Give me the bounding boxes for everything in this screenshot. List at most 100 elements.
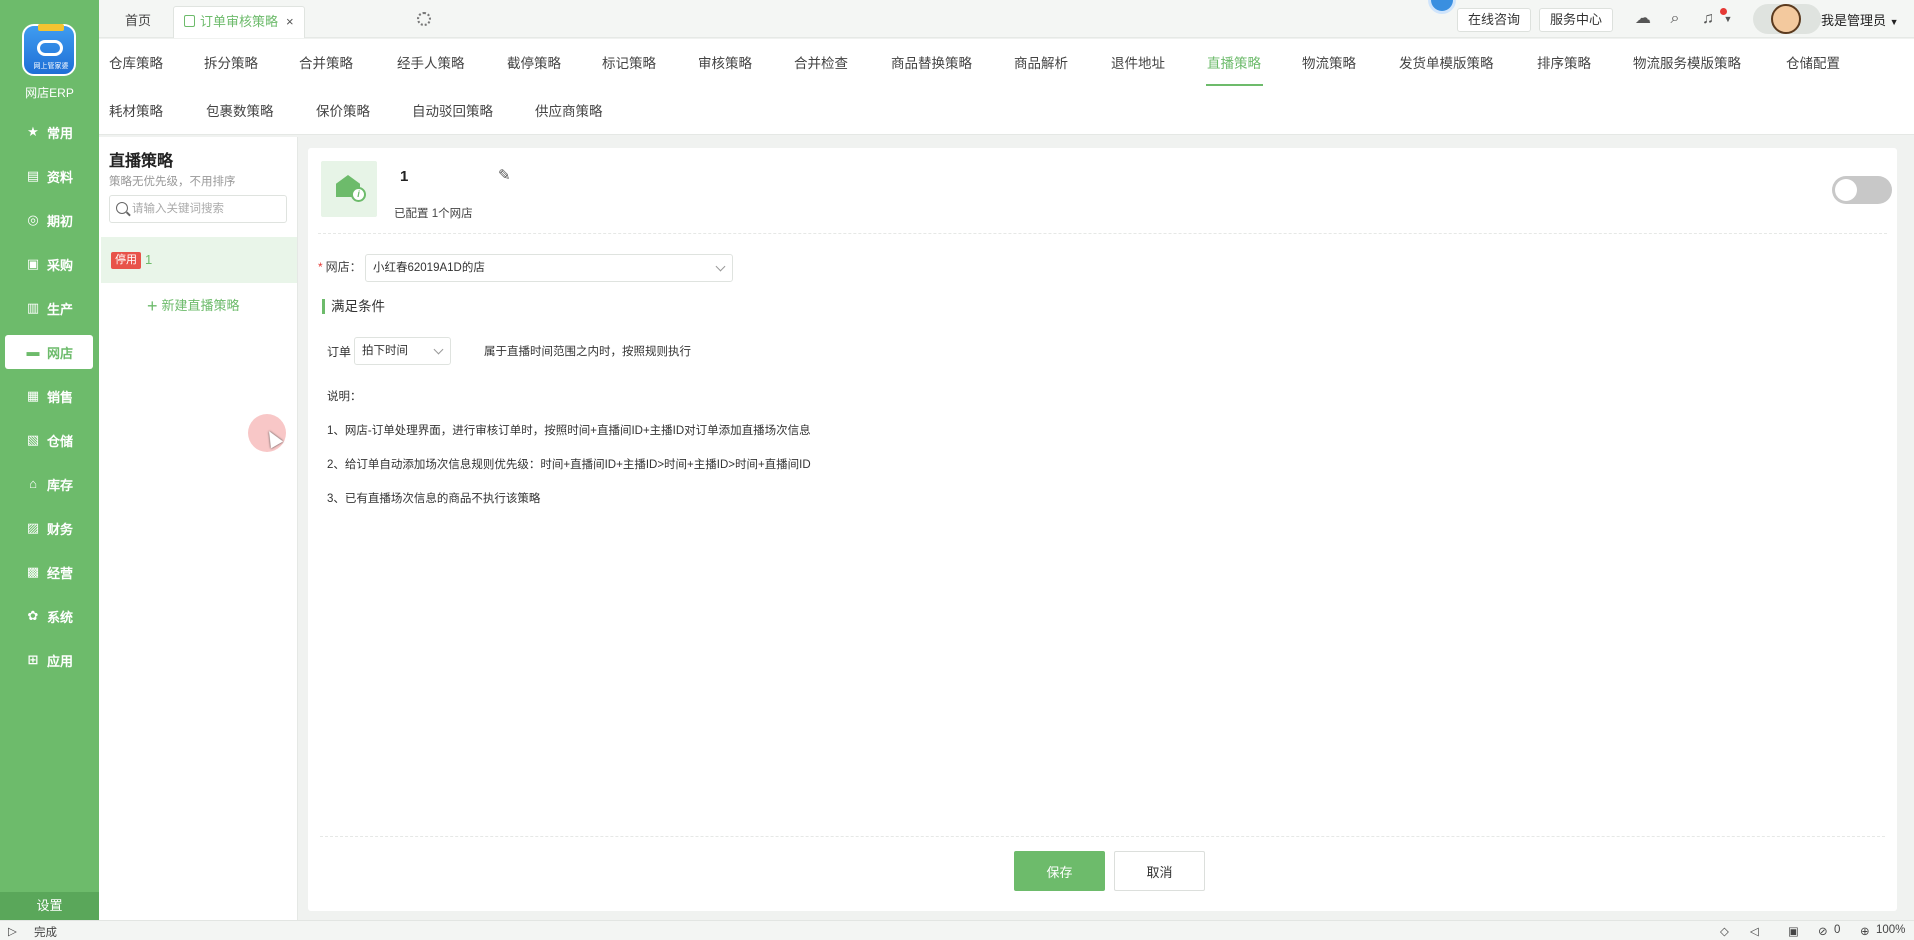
sidebar-item-label: 网店	[47, 345, 74, 361]
divider	[320, 836, 1885, 837]
gear-icon: ✿	[27, 608, 39, 623]
play-icon[interactable]: ▷	[8, 924, 17, 938]
condition-time-select[interactable]: 拍下时间	[354, 337, 451, 365]
add-live-strategy-button[interactable]: + 新建直播策略	[147, 295, 240, 317]
menu-split-strategy[interactable]: 拆分策略	[204, 52, 258, 72]
sidebar-item-store[interactable]: ▬ 网店	[5, 335, 93, 369]
save-button[interactable]: 保存	[1014, 851, 1105, 891]
briefcase-icon: ▩	[26, 564, 40, 579]
menu-live-strategy[interactable]: 直播策略	[1207, 52, 1261, 72]
tab-label: 订单审核策略	[200, 14, 279, 29]
sidebar-item-finance[interactable]: ▨ 财务	[0, 511, 99, 545]
chevron-down-icon	[433, 344, 444, 355]
settings-button[interactable]: 设置	[0, 892, 99, 920]
star-icon: ★	[27, 124, 39, 139]
note-line: 3、已有直播场次信息的商品不执行该策略	[327, 493, 541, 505]
zoom-level: 100%	[1876, 924, 1906, 936]
app-window: 网上管家婆 网店ERP ★ 常用 ▤ 资料 ◎ 期初 ▣ 采购 ▥ 生产 ▬ 网店 ▦ 销售 …	[0, 0, 1914, 940]
cancel-button[interactable]: 取消	[1114, 851, 1205, 891]
menu-logistics-service-template-strategy[interactable]: 物流服务模版策略	[1633, 52, 1741, 72]
sidebar-item-label: 期初	[47, 213, 74, 229]
sidebar-item-label: 仓储	[47, 433, 74, 449]
plus-icon: +	[147, 296, 158, 316]
tab-home[interactable]: 首页	[115, 6, 161, 38]
sidebar-item-business[interactable]: ▩ 经营	[0, 555, 99, 589]
sidebar-item-common[interactable]: ★ 常用	[0, 115, 99, 149]
strategy-name: 1	[400, 168, 409, 185]
user-menu[interactable]: 我是管理员 ▼	[1821, 10, 1899, 29]
search-input[interactable]	[132, 199, 282, 219]
sidebar-item-warehouse[interactable]: ▧ 仓储	[0, 423, 99, 457]
online-consult-button[interactable]: 在线咨询	[1457, 8, 1532, 32]
shop-info-icon: i	[321, 161, 377, 217]
sidebar-item-apps[interactable]: ⊞ 应用	[0, 643, 99, 677]
note-line: 2、给订单自动添加场次信息规则优先级：时间+直播间ID+主播ID>时间+主播ID…	[327, 459, 811, 471]
document-icon: ▤	[26, 168, 40, 183]
menu-merge-check[interactable]: 合并检查	[794, 52, 848, 72]
chart-icon: ▦	[26, 388, 40, 403]
chevron-down-icon[interactable]: ▼	[1719, 10, 1737, 28]
shield-icon[interactable]: ◇	[1720, 924, 1729, 938]
menu-insured-strategy[interactable]: 保价策略	[316, 100, 370, 120]
menu-return-address[interactable]: 退件地址	[1111, 52, 1165, 72]
sidebar-item-sales[interactable]: ▦ 销售	[0, 379, 99, 413]
sidebar-item-label: 财务	[47, 521, 74, 537]
brand-name: 网店ERP	[25, 86, 74, 100]
avatar[interactable]	[1771, 4, 1801, 34]
menu-mark-strategy[interactable]: 标记策略	[602, 52, 656, 72]
menu-logistics-strategy[interactable]: 物流策略	[1302, 52, 1356, 72]
tab-settings-icon[interactable]	[417, 12, 431, 26]
blocked-count: 0	[1834, 924, 1841, 936]
search-icon[interactable]: ⌕	[1666, 10, 1684, 28]
menu-handler-strategy[interactable]: 经手人策略	[397, 52, 465, 72]
menu-product-parse[interactable]: 商品解析	[1014, 52, 1068, 72]
download-icon[interactable]: ▣	[1788, 924, 1799, 938]
list-item-name: 1	[145, 252, 153, 267]
menu-package-count-strategy[interactable]: 包裹数策略	[206, 100, 274, 120]
tab-order-review[interactable]: 订单审核策略 ×	[173, 6, 305, 38]
cloud-icon	[37, 40, 63, 56]
tab-label: 首页	[125, 13, 152, 28]
menu-product-replace-strategy[interactable]: 商品替换策略	[891, 52, 972, 72]
ad-block-icon[interactable]: ⊘	[1818, 924, 1828, 938]
list-subtitle: 策略无优先级，不用排序	[109, 176, 236, 188]
sidebar-item-inventory[interactable]: ⌂ 库存	[0, 467, 99, 501]
cloud-download-icon[interactable]: ☁	[1634, 10, 1652, 28]
enable-toggle[interactable]	[1832, 176, 1892, 204]
sidebar-item-label: 应用	[47, 653, 74, 669]
menu-sort-strategy[interactable]: 排序策略	[1537, 52, 1591, 72]
zoom-icon[interactable]: ⊕	[1860, 924, 1870, 938]
close-icon[interactable]: ×	[286, 14, 294, 29]
menu-auto-reject-strategy[interactable]: 自动驳回策略	[412, 100, 493, 120]
sidebar-item-system[interactable]: ✿ 系统	[0, 599, 99, 633]
menu-invoice-template-strategy[interactable]: 发货单模版策略	[1399, 52, 1494, 72]
sidebar-item-data[interactable]: ▤ 资料	[0, 159, 99, 193]
menu-intercept-strategy[interactable]: 截停策略	[507, 52, 561, 72]
sidebar-item-label: 销售	[47, 389, 74, 405]
menu-merge-strategy[interactable]: 合并策略	[299, 52, 353, 72]
list-item[interactable]: 停用 1	[101, 237, 297, 283]
speaker-icon[interactable]: ◁	[1750, 924, 1759, 938]
sidebar-item-initial[interactable]: ◎ 期初	[0, 203, 99, 237]
chevron-down-icon: ▼	[1889, 17, 1899, 27]
strategy-menu-bar: 仓库策略 拆分策略 合并策略 经手人策略 截停策略 标记策略 审核策略 合并检查…	[99, 39, 1914, 135]
bell-icon[interactable]: ♫	[1699, 10, 1717, 28]
menu-warehouse-strategy[interactable]: 仓库策略	[109, 52, 163, 72]
menu-storage-config[interactable]: 仓储配置	[1786, 52, 1840, 72]
sidebar-item-label: 系统	[47, 609, 74, 625]
configured-shops: 已配置 1个网店	[394, 208, 473, 220]
chevron-down-icon	[715, 261, 726, 272]
menu-supplier-strategy[interactable]: 供应商策略	[535, 100, 603, 120]
sidebar-item-production[interactable]: ▥ 生产	[0, 291, 99, 325]
service-center-button[interactable]: 服务中心	[1539, 8, 1614, 32]
shop-select[interactable]: 小红春62019A1D的店	[365, 254, 733, 282]
status-bar: ▷ 完成 ◇ ◁ ▣ ⊘ 0 ⊕ 100%	[0, 920, 1914, 940]
edit-pencil-icon[interactable]: ✎	[498, 166, 511, 184]
condition-suffix: 属于直播时间范围之内时，按照规则执行	[484, 346, 691, 358]
menu-consumable-strategy[interactable]: 耗材策略	[109, 100, 163, 120]
sidebar-item-purchase[interactable]: ▣ 采购	[0, 247, 99, 281]
strategy-list-panel: 直播策略 策略无优先级，不用排序 停用 1 +新建直播策略	[99, 137, 298, 920]
menu-review-strategy[interactable]: 审核策略	[698, 52, 752, 72]
info-icon: i	[351, 187, 366, 202]
factory-icon: ▥	[26, 300, 40, 315]
